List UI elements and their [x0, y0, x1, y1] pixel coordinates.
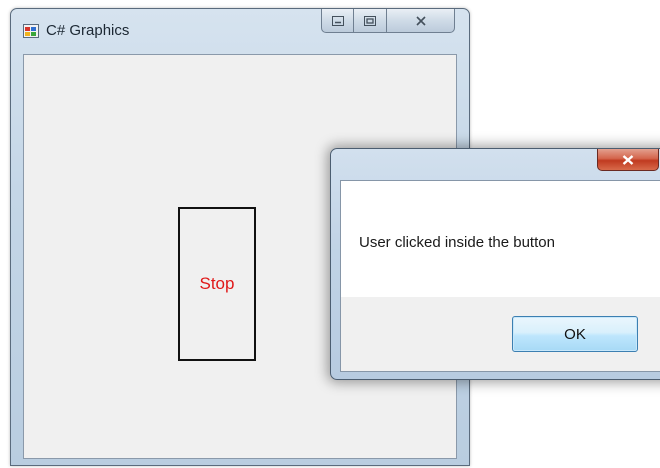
message-text: User clicked inside the button: [359, 234, 555, 251]
window-caption-buttons: [321, 9, 455, 33]
message-box-close-button[interactable]: [597, 149, 659, 171]
maximize-button[interactable]: [354, 9, 387, 33]
desktop: C# Graphics Stop User clicked inside the…: [0, 0, 660, 468]
message-box-dialog: User clicked inside the button OK: [330, 148, 660, 380]
stop-button-label: Stop: [199, 274, 235, 293]
minimize-button[interactable]: [321, 9, 354, 33]
close-icon: [415, 15, 426, 26]
ok-button[interactable]: OK: [512, 316, 638, 352]
window-title: C# Graphics: [46, 22, 130, 39]
message-area: User clicked inside the button: [341, 181, 660, 297]
maximize-icon: [364, 15, 376, 26]
app-window-icon: [23, 24, 39, 38]
stop-button[interactable]: Stop: [178, 207, 256, 361]
main-title-bar[interactable]: C# Graphics: [11, 9, 469, 49]
minimize-icon: [331, 15, 344, 26]
close-button[interactable]: [387, 9, 455, 33]
close-icon: [622, 154, 634, 165]
message-box-body: User clicked inside the button OK: [340, 180, 660, 372]
